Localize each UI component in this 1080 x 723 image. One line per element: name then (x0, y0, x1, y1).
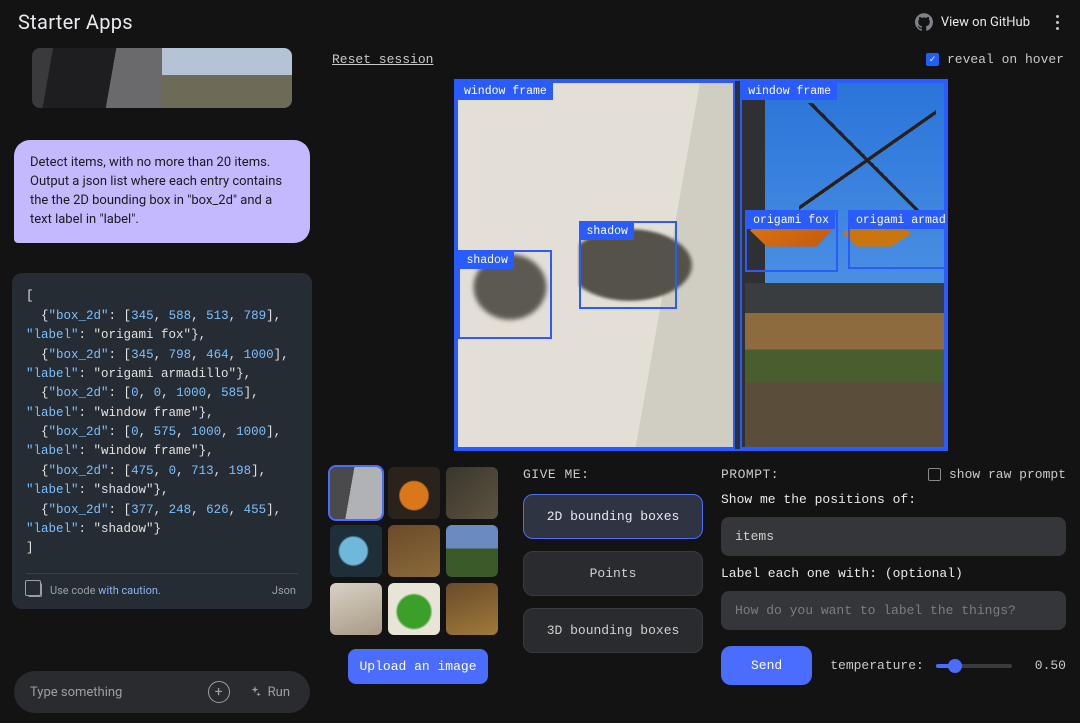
prompt-line-1: Show me the positions of: (721, 492, 1066, 507)
thumb-5[interactable] (388, 525, 440, 577)
mode-selector: GIVE ME: 2D bounding boxes Points 3D bou… (523, 467, 703, 653)
chat-image-thumbnail[interactable] (32, 48, 292, 108)
bounding-box[interactable]: origami armadillo (848, 210, 946, 269)
prompt-panel: PROMPT: show raw prompt Show me the posi… (721, 467, 1066, 685)
upload-image-button[interactable]: Upload an image (348, 649, 488, 684)
image-canvas[interactable]: window frame window frame origami fox origa… (454, 79, 948, 451)
thumb-8[interactable] (388, 583, 440, 635)
thumb-6[interactable] (446, 525, 498, 577)
header-actions: View on GitHub (915, 13, 1066, 31)
give-me-label: GIVE ME: (523, 467, 703, 482)
thumb-2[interactable] (388, 467, 440, 519)
chat-composer[interactable]: Type something + Run (14, 671, 310, 713)
bbox-label: shadow (460, 252, 513, 269)
thumb-4[interactable] (330, 525, 382, 577)
bounding-box[interactable]: shadow (458, 250, 551, 338)
bounding-box[interactable]: origami fox (745, 210, 838, 273)
brand-title: Starter Apps (18, 10, 133, 34)
bbox-label: window frame (458, 83, 553, 100)
reveal-checkbox[interactable]: ✓ (926, 53, 939, 66)
code-caution-text: Use code with caution. (50, 582, 161, 599)
composer-placeholder: Type something (30, 685, 208, 700)
copy-icon[interactable] (28, 583, 42, 597)
temperature-slider[interactable] (936, 664, 1012, 668)
thumb-7[interactable] (330, 583, 382, 635)
reveal-on-hover-toggle[interactable]: ✓ reveal on hover (926, 52, 1064, 67)
label-input[interactable]: How do you want to label the things? (721, 591, 1066, 630)
temperature-label: temperature: (830, 658, 924, 673)
sparkle-icon (248, 685, 262, 699)
github-icon (915, 13, 933, 31)
code-language-label: Json (272, 582, 296, 599)
show-raw-prompt-toggle[interactable]: show raw prompt (928, 467, 1066, 482)
user-prompt-bubble: Detect items, with no more than 20 items… (14, 140, 310, 243)
bbox-label: shadow (581, 223, 634, 240)
mode-points[interactable]: Points (523, 551, 703, 596)
header: Starter Apps View on GitHub (0, 0, 1080, 44)
raw-prompt-checkbox[interactable] (928, 468, 941, 481)
prompt-label: PROMPT: (721, 467, 779, 482)
bbox-label: origami armadillo (850, 212, 948, 229)
mode-2d-bbox[interactable]: 2D bounding boxes (523, 494, 703, 539)
bounding-box[interactable]: shadow (579, 221, 677, 309)
workspace-panel: Reset session ✓ reveal on hover window f… (322, 44, 1080, 723)
thumb-1[interactable] (330, 467, 382, 519)
thumb-9[interactable] (446, 583, 498, 635)
view-on-github-link[interactable]: View on GitHub (915, 13, 1030, 31)
code-caution-link[interactable]: with caution. (98, 584, 161, 597)
add-attachment-button[interactable]: + (208, 681, 230, 703)
example-thumbnails: Upload an image (330, 467, 505, 684)
thumb-3[interactable] (446, 467, 498, 519)
send-button[interactable]: Send (721, 646, 812, 685)
prompt-line-2: Label each one with: (optional) (721, 566, 1066, 581)
mode-3d-bbox[interactable]: 3D bounding boxes (523, 608, 703, 653)
response-code-block: [ {"box_2d": [345, 588, 513, 789], "labe… (12, 273, 312, 608)
bbox-label: origami fox (747, 212, 835, 229)
overflow-menu-button[interactable] (1048, 15, 1066, 30)
temperature-control: temperature: 0.50 (830, 658, 1066, 673)
temperature-value: 0.50 (1024, 658, 1066, 673)
chat-panel: Detect items, with no more than 20 items… (0, 44, 322, 723)
reset-session-link[interactable]: Reset session (332, 52, 433, 67)
run-button[interactable]: Run (236, 679, 302, 706)
bbox-label: window frame (742, 83, 837, 100)
items-input[interactable]: items (721, 517, 1066, 556)
github-label: View on GitHub (941, 15, 1030, 30)
